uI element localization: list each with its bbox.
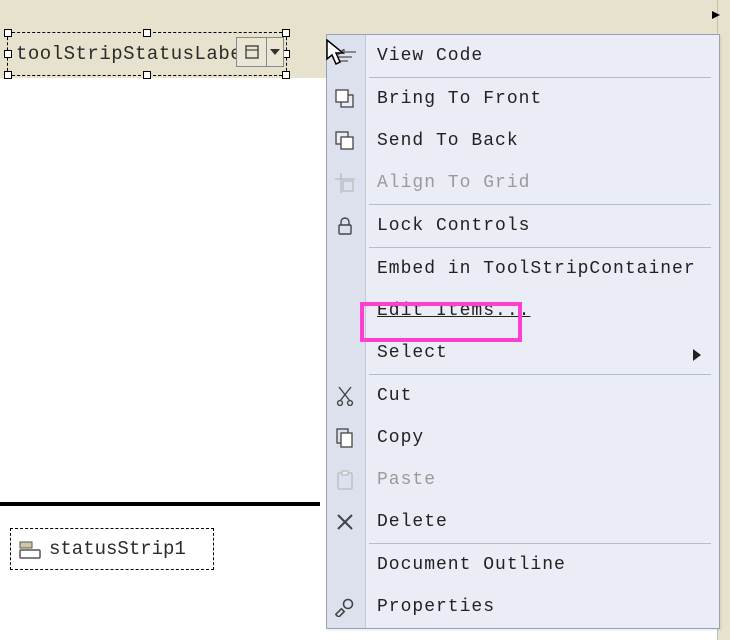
- add-item-button[interactable]: [237, 38, 267, 66]
- menu-label: Cut: [377, 386, 412, 406]
- smart-tag-arrow[interactable]: [712, 11, 724, 19]
- menu-label: Embed in ToolStripContainer: [377, 259, 696, 279]
- paste-icon: [333, 469, 357, 491]
- menu-edit-items[interactable]: Edit Items...: [327, 290, 719, 332]
- designer-canvas[interactable]: toolStripStatusLabel1 statusStrip1 View …: [0, 0, 730, 640]
- menu-label: Delete: [377, 512, 448, 532]
- bring-front-icon: [333, 88, 357, 110]
- context-menu: View Code Bring To Front Send To Back: [326, 34, 720, 629]
- menu-cut[interactable]: Cut: [327, 375, 719, 417]
- title-bar-area: [0, 0, 730, 31]
- lock-icon: [333, 215, 357, 237]
- menu-align-to-grid: Align To Grid: [327, 162, 719, 204]
- menu-send-to-back[interactable]: Send To Back: [327, 120, 719, 162]
- menu-label: Select: [377, 343, 448, 363]
- menu-document-outline[interactable]: Document Outline: [327, 544, 719, 586]
- menu-paste: Paste: [327, 459, 719, 501]
- menu-select[interactable]: Select: [327, 332, 719, 374]
- menu-delete[interactable]: Delete: [327, 501, 719, 543]
- menu-label: Paste: [377, 470, 436, 490]
- statusstrip-icon: [19, 538, 41, 560]
- form-divider: [0, 502, 320, 506]
- properties-icon: [333, 596, 357, 618]
- menu-label: Copy: [377, 428, 424, 448]
- menu-label: Send To Back: [377, 131, 519, 151]
- resize-handle[interactable]: [4, 71, 12, 79]
- menu-lock-controls[interactable]: Lock Controls: [327, 205, 719, 247]
- menu-label: Bring To Front: [377, 89, 542, 109]
- resize-handle[interactable]: [4, 29, 12, 37]
- menu-label: Lock Controls: [377, 216, 530, 236]
- menu-copy[interactable]: Copy: [327, 417, 719, 459]
- menu-label: Edit Items...: [377, 301, 530, 321]
- menu-embed-toolstripcontainer[interactable]: Embed in ToolStripContainer: [327, 248, 719, 290]
- menu-properties[interactable]: Properties: [327, 586, 719, 628]
- menu-view-code[interactable]: View Code: [327, 35, 719, 77]
- resize-handle[interactable]: [143, 71, 151, 79]
- resize-handle[interactable]: [143, 29, 151, 37]
- toolstrip-status-label[interactable]: toolStripStatusLabel1: [16, 43, 266, 65]
- resize-handle[interactable]: [282, 29, 290, 37]
- resize-handle[interactable]: [4, 50, 12, 58]
- menu-bring-to-front[interactable]: Bring To Front: [327, 78, 719, 120]
- menu-label: Align To Grid: [377, 173, 530, 193]
- menu-label: Properties: [377, 597, 495, 617]
- menu-label: View Code: [377, 46, 483, 66]
- submenu-arrow-icon: [693, 347, 701, 367]
- delete-icon: [333, 511, 357, 533]
- send-back-icon: [333, 130, 357, 152]
- cursor-icon: [326, 39, 346, 67]
- add-items-split-button[interactable]: [236, 37, 284, 67]
- menu-label: Document Outline: [377, 555, 566, 575]
- cut-icon: [333, 385, 357, 407]
- add-item-dropdown[interactable]: [267, 38, 283, 66]
- component-tray-item[interactable]: statusStrip1: [10, 528, 214, 570]
- align-grid-icon: [333, 172, 357, 194]
- copy-icon: [333, 427, 357, 449]
- resize-handle[interactable]: [282, 71, 290, 79]
- component-tray-label: statusStrip1: [49, 538, 186, 560]
